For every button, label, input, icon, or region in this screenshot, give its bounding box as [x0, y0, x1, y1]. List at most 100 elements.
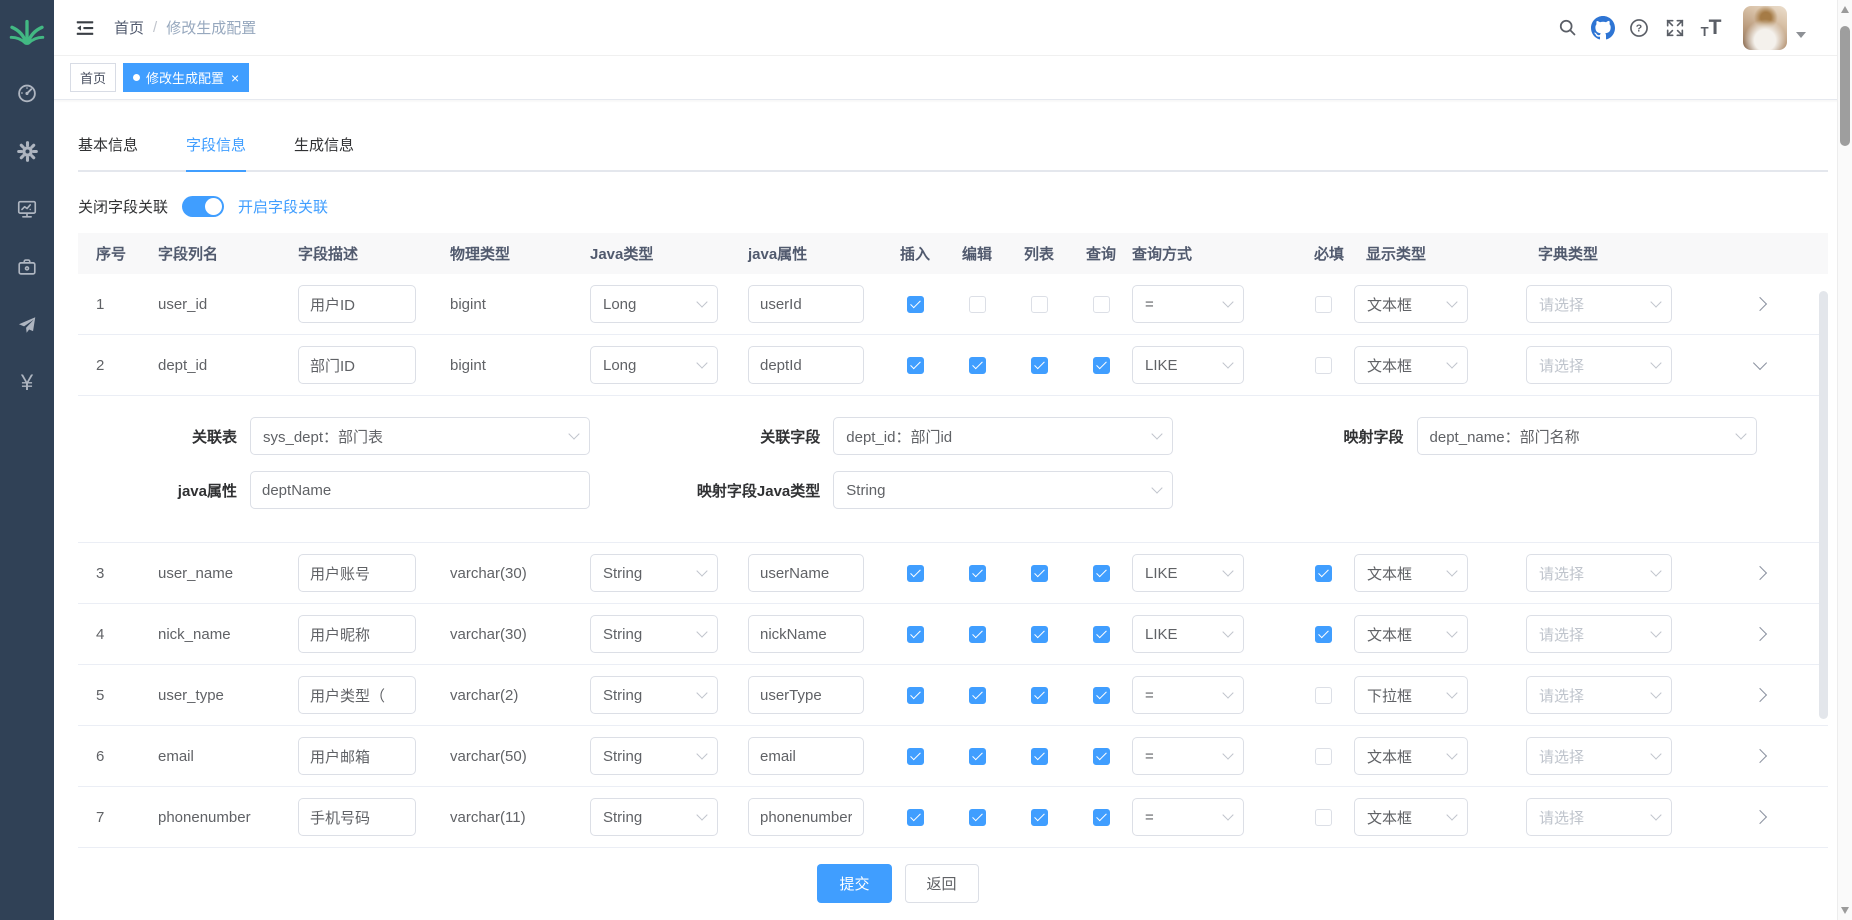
sidebar-item-guide[interactable] [0, 296, 54, 354]
sidebar-item-tools[interactable] [0, 238, 54, 296]
java-attr-input[interactable] [250, 471, 590, 509]
display-type-select[interactable]: 文本框 [1354, 798, 1468, 836]
query-type-select[interactable]: = [1132, 798, 1244, 836]
sidebar-item-system[interactable] [0, 122, 54, 180]
java-field-input[interactable] [748, 615, 864, 653]
java-type-select[interactable]: Long [590, 346, 718, 384]
expand-row-icon[interactable] [1753, 688, 1767, 702]
sidebar-item-pay[interactable]: ¥ [0, 354, 54, 412]
display-type-select[interactable]: 文本框 [1354, 615, 1468, 653]
breadcrumb-home[interactable]: 首页 [114, 17, 144, 38]
display-type-select[interactable]: 文本框 [1354, 737, 1468, 775]
fullscreen-icon[interactable] [1657, 10, 1693, 46]
list-checkbox[interactable] [1031, 748, 1048, 765]
caret-down-icon[interactable] [1796, 32, 1806, 38]
sidebar-item-dashboard[interactable] [0, 64, 54, 122]
list-checkbox[interactable] [1031, 626, 1048, 643]
mapping-field-select[interactable]: dept_name：部门名称 [1417, 417, 1757, 455]
relation-toggle-switch[interactable] [182, 196, 224, 217]
list-checkbox[interactable] [1031, 809, 1048, 826]
submit-button[interactable]: 提交 [817, 864, 891, 903]
description-input[interactable] [298, 798, 416, 836]
tag-home[interactable]: 首页 [70, 63, 116, 92]
java-field-input[interactable] [748, 676, 864, 714]
display-type-select[interactable]: 文本框 [1354, 285, 1468, 323]
required-checkbox[interactable] [1315, 687, 1332, 704]
expand-row-icon[interactable] [1753, 297, 1767, 311]
query-checkbox[interactable] [1093, 687, 1110, 704]
dict-type-select[interactable]: 请选择 [1526, 737, 1672, 775]
description-input[interactable] [298, 676, 416, 714]
java-type-select[interactable]: String [590, 798, 718, 836]
tag-modify-gen-config[interactable]: 修改生成配置 × [123, 63, 249, 92]
java-field-input[interactable] [748, 798, 864, 836]
insert-checkbox[interactable] [907, 626, 924, 643]
query-type-select[interactable]: LIKE [1132, 615, 1244, 653]
description-input[interactable] [298, 554, 416, 592]
font-size-icon[interactable]: TT [1693, 10, 1729, 46]
query-checkbox[interactable] [1093, 296, 1110, 313]
dict-type-select[interactable]: 请选择 [1526, 346, 1672, 384]
edit-checkbox[interactable] [969, 357, 986, 374]
required-checkbox[interactable] [1315, 357, 1332, 374]
edit-checkbox[interactable] [969, 748, 986, 765]
expand-row-icon[interactable] [1753, 810, 1767, 824]
description-input[interactable] [298, 615, 416, 653]
insert-checkbox[interactable] [907, 748, 924, 765]
list-checkbox[interactable] [1031, 687, 1048, 704]
dict-type-select[interactable]: 请选择 [1526, 798, 1672, 836]
dict-type-select[interactable]: 请选择 [1526, 615, 1672, 653]
tab-basic-info[interactable]: 基本信息 [78, 124, 138, 170]
query-checkbox[interactable] [1093, 626, 1110, 643]
display-type-select[interactable]: 下拉框 [1354, 676, 1468, 714]
query-type-select[interactable]: = [1132, 737, 1244, 775]
java-type-select[interactable]: String [590, 737, 718, 775]
query-type-select[interactable]: LIKE [1132, 346, 1244, 384]
java-field-input[interactable] [748, 554, 864, 592]
table-scrollbar-thumb[interactable] [1819, 291, 1828, 719]
description-input[interactable] [298, 285, 416, 323]
edit-checkbox[interactable] [969, 687, 986, 704]
collapse-row-icon[interactable] [1753, 356, 1767, 370]
required-checkbox[interactable] [1315, 748, 1332, 765]
required-checkbox[interactable] [1315, 626, 1332, 643]
github-icon[interactable] [1585, 10, 1621, 46]
help-icon[interactable]: ? [1621, 10, 1657, 46]
page-scrollbar[interactable] [1837, 0, 1852, 920]
scroll-up-arrow-icon[interactable] [1841, 6, 1849, 13]
expand-row-icon[interactable] [1753, 627, 1767, 641]
query-type-select[interactable]: = [1132, 285, 1244, 323]
description-input[interactable] [298, 346, 416, 384]
java-type-select[interactable]: String [590, 615, 718, 653]
tab-field-info[interactable]: 字段信息 [186, 124, 246, 170]
java-field-input[interactable] [748, 346, 864, 384]
query-checkbox[interactable] [1093, 809, 1110, 826]
java-field-input[interactable] [748, 285, 864, 323]
page-scrollbar-thumb[interactable] [1840, 26, 1850, 146]
display-type-select[interactable]: 文本框 [1354, 346, 1468, 384]
list-checkbox[interactable] [1031, 357, 1048, 374]
query-checkbox[interactable] [1093, 748, 1110, 765]
java-type-select[interactable]: String [590, 554, 718, 592]
insert-checkbox[interactable] [907, 565, 924, 582]
edit-checkbox[interactable] [969, 809, 986, 826]
query-type-select[interactable]: = [1132, 676, 1244, 714]
dict-type-select[interactable]: 请选择 [1526, 676, 1672, 714]
dict-type-select[interactable]: 请选择 [1526, 285, 1672, 323]
query-checkbox[interactable] [1093, 565, 1110, 582]
description-input[interactable] [298, 737, 416, 775]
expand-row-icon[interactable] [1753, 566, 1767, 580]
query-checkbox[interactable] [1093, 357, 1110, 374]
relation-field-select[interactable]: dept_id：部门id [833, 417, 1173, 455]
java-type-select[interactable]: String [590, 676, 718, 714]
sidebar-collapse-icon[interactable] [68, 11, 102, 45]
display-type-select[interactable]: 文本框 [1354, 554, 1468, 592]
mapping-java-type-select[interactable]: String [833, 471, 1173, 509]
scroll-down-arrow-icon[interactable] [1841, 907, 1849, 914]
expand-row-icon[interactable] [1753, 749, 1767, 763]
back-button[interactable]: 返回 [905, 864, 979, 903]
tab-generate-info[interactable]: 生成信息 [294, 124, 354, 170]
edit-checkbox[interactable] [969, 565, 986, 582]
avatar[interactable] [1743, 6, 1787, 50]
required-checkbox[interactable] [1315, 565, 1332, 582]
